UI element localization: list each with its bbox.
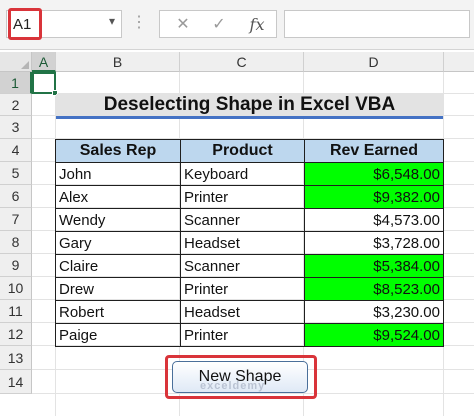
cell-sales-rep[interactable]: Claire [55,254,181,278]
cell-sales-rep[interactable]: Wendy [55,208,181,232]
cell-rev-earned[interactable]: $5,384.00 [304,254,444,278]
column-header-c[interactable]: C [180,52,304,72]
row-header-2[interactable]: 2 [0,94,32,116]
column-header-d[interactable]: D [304,52,444,72]
column-header-e[interactable] [444,52,474,72]
row-header-10[interactable]: 10 [0,277,32,300]
table-row: Robert Headset $3,230.00 [55,300,444,324]
cell-sales-rep[interactable]: Alex [55,185,181,209]
cell-rev-earned[interactable]: $4,573.00 [304,208,444,232]
header-product[interactable]: Product [180,139,305,163]
cell-sales-rep[interactable]: John [55,162,181,186]
row-header-13[interactable]: 13 [0,346,32,370]
cell-rev-earned[interactable]: $6,548.00 [304,162,444,186]
cell-product[interactable]: Scanner [180,254,305,278]
select-all-button[interactable] [0,52,32,72]
table-row: John Keyboard $6,548.00 [55,162,444,186]
sales-table: Sales Rep Product Rev Earned John Keyboar… [55,139,444,347]
header-rev-earned[interactable]: Rev Earned [304,139,444,163]
insert-function-icon[interactable]: fx [242,13,272,37]
formula-input[interactable] [284,10,470,38]
name-box-annotation-highlight [8,8,42,40]
table-row: Paige Printer $9,524.00 [55,323,444,347]
row-header-14[interactable]: 14 [0,370,32,394]
table-row: Gary Headset $3,728.00 [55,231,444,255]
cell-rev-earned[interactable]: $9,382.00 [304,185,444,209]
watermark: exceldemy [200,380,266,392]
column-header-a[interactable]: A [32,52,56,72]
chevron-down-icon[interactable]: ▾ [109,14,115,28]
table-row: Alex Printer $9,382.00 [55,185,444,209]
table-body: John Keyboard $6,548.00 Alex Printer $9,382.0… [55,162,444,347]
cell-sales-rep[interactable]: Drew [55,277,181,301]
cell-product[interactable]: Headset [180,300,305,324]
selected-cell-a1[interactable] [32,72,58,96]
row-header-9[interactable]: 9 [0,254,32,277]
row-header-3[interactable]: 3 [0,116,32,139]
row-header-6[interactable]: 6 [0,185,32,208]
select-all-triangle-icon [21,61,29,69]
row-header-7[interactable]: 7 [0,208,32,231]
cell-product[interactable]: Printer [180,185,305,209]
header-sales-rep[interactable]: Sales Rep [55,139,181,163]
row-header-11[interactable]: 11 [0,300,32,323]
row-header-12[interactable]: 12 [0,323,32,346]
sheet-title: Deselecting Shape in Excel VBA [56,94,443,116]
row-header-5[interactable]: 5 [0,162,32,185]
cell-product[interactable]: Printer [180,323,305,347]
cell-product[interactable]: Scanner [180,208,305,232]
row-header-4[interactable]: 4 [0,139,32,162]
table-row: Wendy Scanner $4,573.00 [55,208,444,232]
cell-rev-earned[interactable]: $3,728.00 [304,231,444,255]
formula-bar: A1 ▾ ⋮ ✕ ✓ fx [0,0,474,50]
cell-rev-earned[interactable]: $9,524.00 [304,323,444,347]
vertical-dots-icon[interactable]: ⋮ [131,13,147,33]
table-row: Drew Printer $8,523.00 [55,277,444,301]
cell-rev-earned[interactable]: $3,230.00 [304,300,444,324]
enter-icon[interactable]: ✓ [204,13,234,37]
cancel-icon[interactable]: ✕ [168,13,198,37]
row-header-1[interactable]: 1 [0,72,32,94]
table-row: Claire Scanner $5,384.00 [55,254,444,278]
formula-buttons: ✕ ✓ fx [159,10,277,38]
worksheet-grid: A B C D 1 2 3 4 5 6 7 8 9 10 11 12 13 14 Deselecting … [0,52,474,416]
cell-product[interactable]: Printer [180,277,305,301]
cell-rev-earned[interactable]: $8,523.00 [304,277,444,301]
cell-sales-rep[interactable]: Robert [55,300,181,324]
cell-product[interactable]: Keyboard [180,162,305,186]
cell-product[interactable]: Headset [180,231,305,255]
title-underline [56,116,443,119]
row-header-8[interactable]: 8 [0,231,32,254]
cell-sales-rep[interactable]: Paige [55,323,181,347]
cell-sales-rep[interactable]: Gary [55,231,181,255]
column-header-b[interactable]: B [56,52,180,72]
table-header-row: Sales Rep Product Rev Earned [55,139,444,163]
